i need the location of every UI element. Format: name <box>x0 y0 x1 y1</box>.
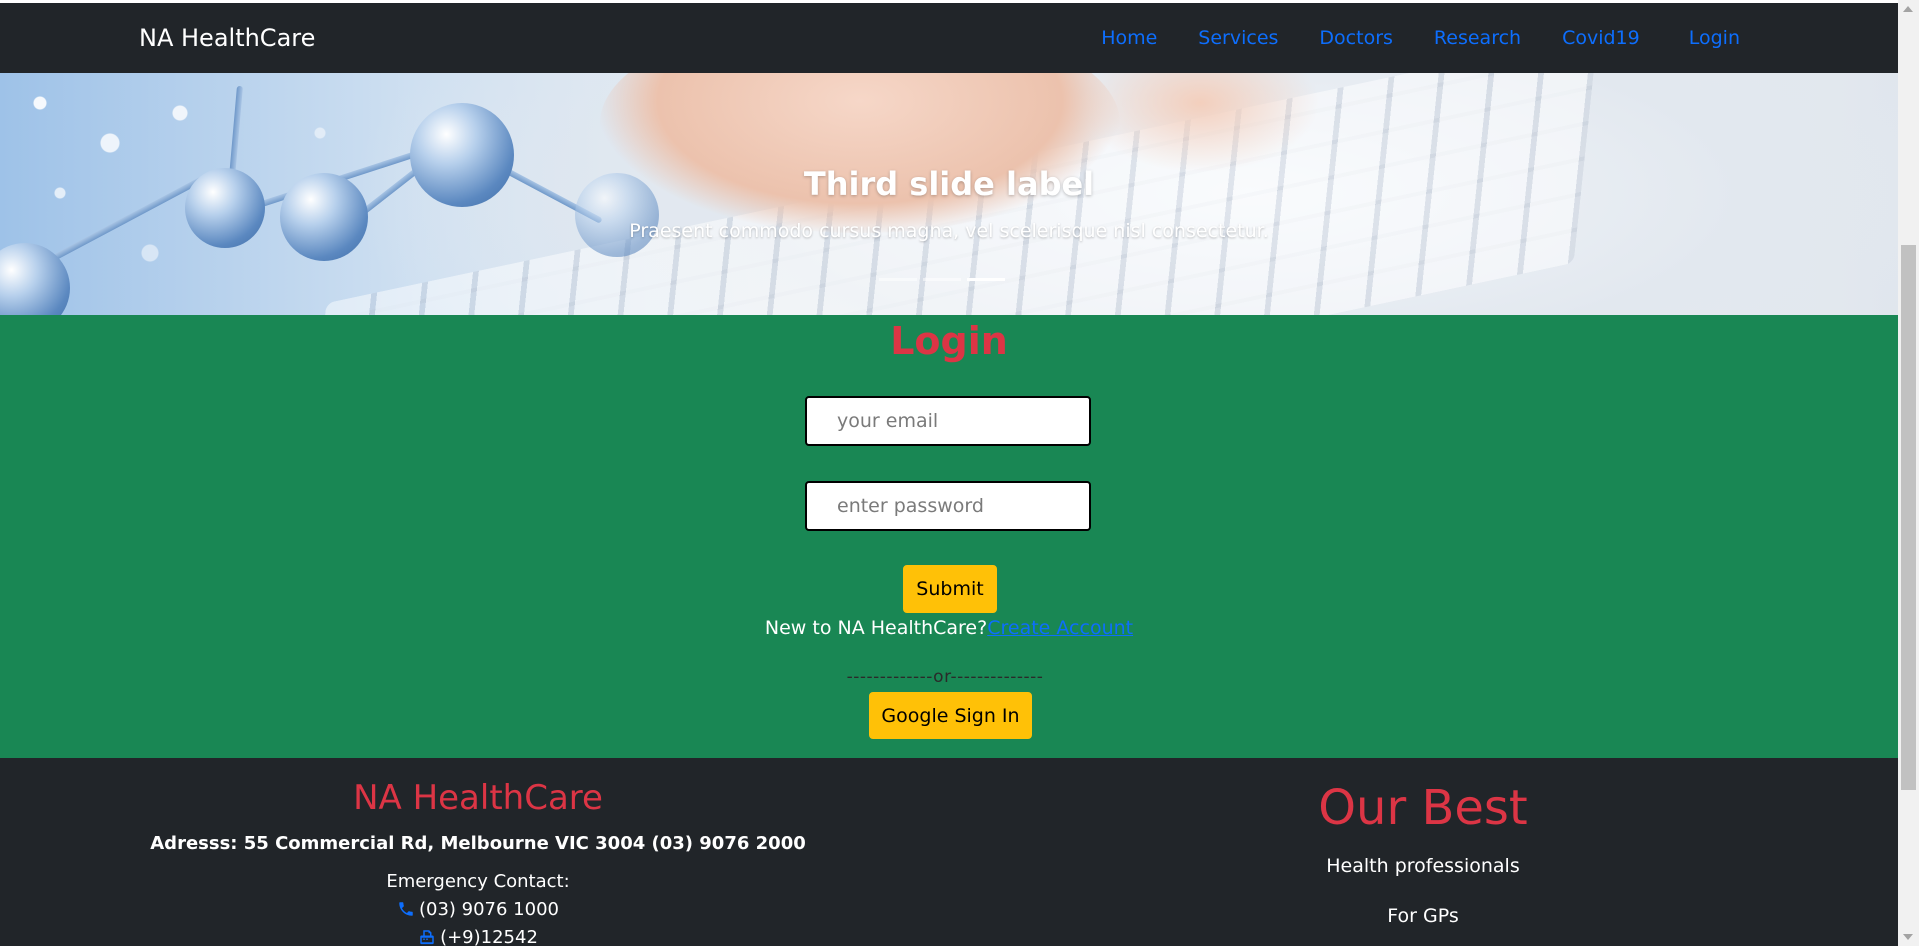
fax-icon <box>420 930 434 945</box>
nav-links: Home Services Doctors Research Covid19 L… <box>1060 3 1740 73</box>
carousel-indicator-1[interactable] <box>879 278 917 281</box>
new-account-prompt: New to NA HealthCare?Create Account <box>0 617 1898 639</box>
nav-link-home[interactable]: Home <box>1101 27 1157 49</box>
our-best-title: Our Best <box>1318 780 1528 836</box>
emergency-fax: (+9)12542 <box>140 927 816 946</box>
navbar-brand[interactable]: NA HealthCare <box>139 3 315 73</box>
carousel-indicator-2[interactable] <box>923 278 961 281</box>
submit-button[interactable]: Submit <box>903 565 997 613</box>
footer: NA HealthCare Adresss: 55 Commercial Rd,… <box>0 758 1898 946</box>
footer-link-for-gps[interactable]: For GPs <box>1223 905 1623 927</box>
scroll-up-arrow-icon[interactable] <box>1903 6 1913 12</box>
footer-address: Adresss: 55 Commercial Rd, Melbourne VIC… <box>150 833 806 854</box>
nav-link-login[interactable]: Login <box>1689 27 1740 49</box>
footer-link-health-professionals[interactable]: Health professionals <box>1223 855 1623 877</box>
create-account-link[interactable]: Create Account <box>987 617 1133 639</box>
or-divider: -------------or-------------- <box>846 667 1044 687</box>
login-section: Login Submit New to NA HealthCare?Create… <box>0 315 1898 758</box>
nav-link-research[interactable]: Research <box>1434 27 1521 49</box>
password-field[interactable] <box>805 481 1091 531</box>
emergency-phone: (03) 9076 1000 <box>140 899 816 920</box>
carousel-indicator-3[interactable] <box>967 278 1005 281</box>
google-sign-in-button[interactable]: Google Sign In <box>869 692 1032 739</box>
email-field[interactable] <box>805 396 1091 446</box>
nav-link-services[interactable]: Services <box>1198 27 1278 49</box>
scrollbar-thumb[interactable] <box>1901 245 1916 790</box>
phone-icon <box>399 902 413 916</box>
login-title: Login <box>890 319 1008 363</box>
carousel-indicators <box>876 278 1008 281</box>
emergency-label: Emergency Contact: <box>386 871 570 892</box>
hero-carousel[interactable]: Third slide label Praesent commodo cursu… <box>0 73 1898 315</box>
scroll-down-arrow-icon[interactable] <box>1903 934 1913 940</box>
carousel-title: Third slide label <box>803 165 1095 203</box>
footer-brand: NA HealthCare <box>353 778 603 818</box>
nav-link-covid19[interactable]: Covid19 <box>1562 27 1640 49</box>
carousel-text: Praesent commodo cursus magna, vel scele… <box>629 220 1269 242</box>
new-account-text: New to NA HealthCare? <box>764 617 988 639</box>
nav-link-doctors[interactable]: Doctors <box>1319 27 1393 49</box>
page: NA HealthCare Home Services Doctors Rese… <box>0 0 1898 946</box>
page-scrollbar[interactable] <box>1898 0 1919 946</box>
phone-number: (03) 9076 1000 <box>418 899 559 920</box>
fax-number: (+9)12542 <box>440 927 538 946</box>
navbar: NA HealthCare Home Services Doctors Rese… <box>0 3 1898 73</box>
